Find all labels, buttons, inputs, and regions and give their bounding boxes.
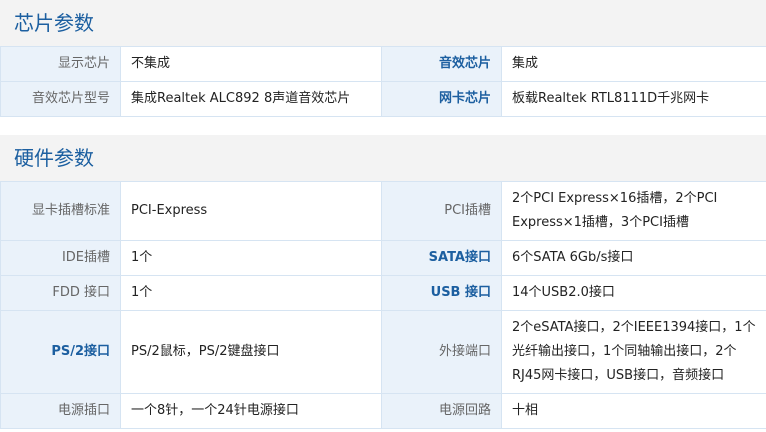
spec-label: 音效芯片 xyxy=(381,46,502,82)
table-row: PS/2接口 PS/2鼠标，PS/2键盘接口 外接端口 2个eSATA接口，2个… xyxy=(0,310,766,394)
spec-label: 外接端口 xyxy=(381,310,502,394)
hardware-params-header: 硬件参数 xyxy=(0,135,766,181)
spec-value: 集成 xyxy=(501,46,766,82)
section-gap xyxy=(0,117,766,135)
spec-label: 电源回路 xyxy=(381,393,502,429)
spec-label: IDE插槽 xyxy=(0,240,121,276)
chip-params-table: 显示芯片 不集成 音效芯片 集成 音效芯片型号 集成Realtek ALC892… xyxy=(0,46,766,117)
spec-label: USB 接口 xyxy=(381,275,502,311)
spec-label: SATA接口 xyxy=(381,240,502,276)
spec-value: 6个SATA 6Gb/s接口 xyxy=(501,240,766,276)
spec-label: PCI插槽 xyxy=(381,181,502,241)
spec-value: 十相 xyxy=(501,393,766,429)
spec-label: 显卡插槽标准 xyxy=(0,181,121,241)
table-row: FDD 接口 1个 USB 接口 14个USB2.0接口 xyxy=(0,275,766,311)
table-row: 音效芯片型号 集成Realtek ALC892 8声道音效芯片 网卡芯片 板载R… xyxy=(0,81,766,117)
spec-value: PCI-Express xyxy=(120,181,382,241)
spec-value: 不集成 xyxy=(120,46,382,82)
spec-value: 2个eSATA接口，2个IEEE1394接口，1个光纤输出接口，1个同轴输出接口… xyxy=(501,310,766,394)
spec-value: 1个 xyxy=(120,240,382,276)
spec-value: 板载Realtek RTL8111D千兆网卡 xyxy=(501,81,766,117)
spec-label: FDD 接口 xyxy=(0,275,121,311)
spec-label: PS/2接口 xyxy=(0,310,121,394)
spec-label: 音效芯片型号 xyxy=(0,81,121,117)
chip-params-header: 芯片参数 xyxy=(0,0,766,46)
table-row: 电源插口 一个8针，一个24针电源接口 电源回路 十相 xyxy=(0,393,766,429)
table-row: IDE插槽 1个 SATA接口 6个SATA 6Gb/s接口 xyxy=(0,240,766,276)
spec-value: 一个8针，一个24针电源接口 xyxy=(120,393,382,429)
spec-label: 网卡芯片 xyxy=(381,81,502,117)
spec-label: 电源插口 xyxy=(0,393,121,429)
spec-value: 2个PCI Express×16插槽，2个PCI Express×1插槽，3个P… xyxy=(501,181,766,241)
hardware-params-table: 显卡插槽标准 PCI-Express PCI插槽 2个PCI Express×1… xyxy=(0,181,766,429)
spec-value: PS/2鼠标，PS/2键盘接口 xyxy=(120,310,382,394)
spec-label: 显示芯片 xyxy=(0,46,121,82)
table-row: 显卡插槽标准 PCI-Express PCI插槽 2个PCI Express×1… xyxy=(0,181,766,241)
spec-value: 1个 xyxy=(120,275,382,311)
spec-value: 集成Realtek ALC892 8声道音效芯片 xyxy=(120,81,382,117)
table-row: 显示芯片 不集成 音效芯片 集成 xyxy=(0,46,766,82)
spec-value: 14个USB2.0接口 xyxy=(501,275,766,311)
